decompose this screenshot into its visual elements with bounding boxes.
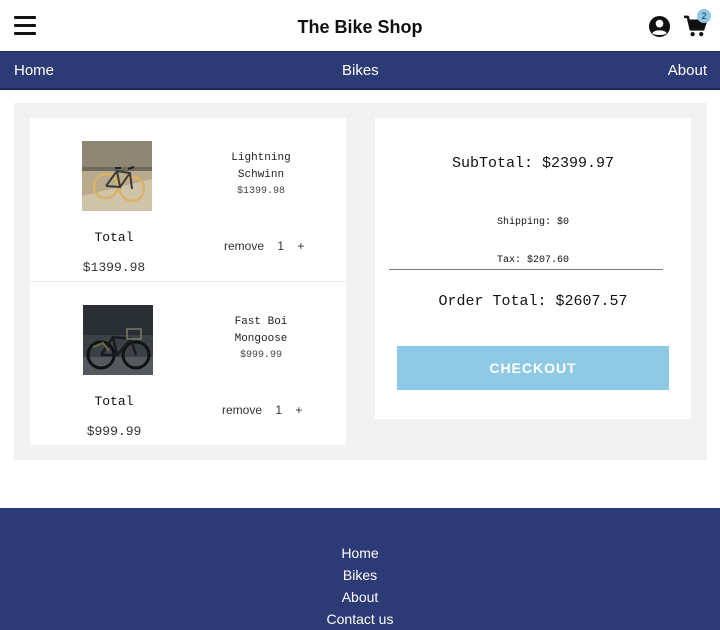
item-name-line: Schwinn	[237, 169, 285, 181]
item-name: Fast Boi Mongoose	[206, 314, 316, 348]
increment-quantity-button[interactable]: +	[295, 403, 302, 417]
main-navbar: Home Bikes About	[0, 51, 720, 90]
item-total-value: $999.99	[86, 424, 142, 439]
footer-link-contact[interactable]: Contact us	[0, 611, 720, 627]
item-name-line: Mongoose	[234, 333, 288, 345]
shipping-text: Shipping: $0	[496, 217, 569, 228]
item-name: Lightning Schwinn	[206, 150, 316, 184]
summary-divider	[389, 269, 663, 270]
increment-quantity-button[interactable]: +	[297, 239, 304, 253]
item-name-line: Fast Boi	[234, 316, 288, 328]
cart-items-panel: Total $1399.98 Lightning Schwinn $1399.9…	[30, 118, 346, 445]
item-total-label: Total	[94, 230, 134, 245]
order-summary-panel: SubTotal: $2399.97 Shipping: $0 Tax: $20…	[375, 118, 691, 419]
site-footer: Home Bikes About Contact us	[0, 508, 720, 630]
cart-page-content: Total $1399.98 Lightning Schwinn $1399.9…	[14, 103, 707, 460]
quantity-controls: remove 1 +	[224, 239, 304, 253]
bike-image	[83, 305, 153, 375]
footer-link-about[interactable]: About	[0, 589, 720, 605]
account-icon[interactable]	[648, 15, 671, 38]
tax-text: Tax: $207.60	[496, 255, 569, 266]
item-quantity: 1	[275, 403, 283, 417]
remove-item-button[interactable]: remove	[222, 403, 262, 417]
footer-link-home[interactable]: Home	[0, 545, 720, 561]
item-quantity: 1	[277, 239, 285, 253]
site-title: The Bike Shop	[297, 17, 423, 37]
item-total-value: $1399.98	[82, 260, 146, 275]
item-price: $999.99	[239, 350, 282, 361]
item-total-label: Total	[94, 394, 134, 409]
cart-count-badge: 2	[697, 9, 711, 23]
remove-item-button[interactable]: remove	[224, 239, 264, 253]
cart-item: Total $1399.98 Lightning Schwinn $1399.9…	[30, 118, 346, 281]
bike-image	[82, 141, 152, 211]
order-total-text: Order Total: $2607.57	[438, 293, 628, 310]
nav-link-home[interactable]: Home	[14, 62, 54, 79]
nav-link-about[interactable]: About	[668, 62, 707, 79]
quantity-controls: remove 1 +	[222, 403, 302, 417]
subtotal-text: SubTotal: $2399.97	[451, 155, 615, 172]
nav-link-bikes[interactable]: Bikes	[342, 62, 379, 79]
top-header: The Bike Shop 2	[0, 0, 720, 51]
checkout-button[interactable]: CHECKOUT	[397, 346, 669, 390]
footer-link-bikes[interactable]: Bikes	[0, 567, 720, 583]
cart-item: Total $999.99 Fast Boi Mongoose $999.99 …	[30, 281, 346, 444]
item-name-line: Lightning	[231, 152, 291, 164]
item-price: $1399.98	[236, 186, 285, 197]
